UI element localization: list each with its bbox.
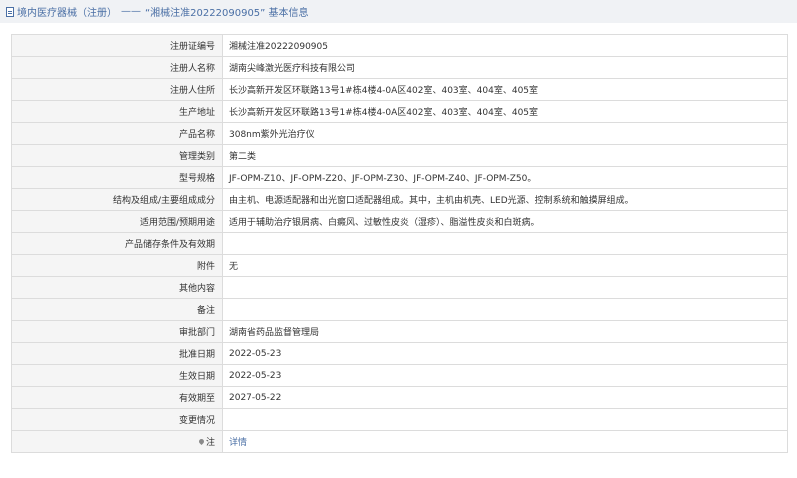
table-row: 有效期至 2027-05-22 (11, 386, 788, 409)
row-label: 结构及组成/主要组成成分 (11, 188, 223, 211)
table-row: 适用范围/预期用途 适用于辅助治疗银屑病、白癜风、过敏性皮炎（湿疹）、脂溢性皮炎和… (11, 210, 788, 233)
row-label: 批准日期 (11, 342, 223, 365)
row-value (222, 408, 788, 431)
table-row: 其他内容 (11, 276, 788, 299)
info-table: 注册证编号 湘械注准20222090905 注册人名称 湖南尖峰激光医疗科技有限公司… (11, 34, 788, 453)
page-title: “湘械注准20222090905” 基本信息 (145, 8, 309, 19)
row-label: 产品储存条件及有效期 (11, 232, 223, 255)
table-row: 生效日期 2022-05-23 (11, 364, 788, 387)
row-value: JF-OPM-Z10、JF-OPM-Z20、JF-OPM-Z30、JF-OPM-… (222, 166, 788, 189)
row-value: 湖南尖峰激光医疗科技有限公司 (222, 56, 788, 79)
row-value: 湘械注准20222090905 (222, 34, 788, 57)
table-row: 产品储存条件及有效期 (11, 232, 788, 255)
note-row: 注 详情 (11, 430, 788, 453)
row-label: 其他内容 (11, 276, 223, 299)
table-row: 审批部门 湖南省药品监督管理局 (11, 320, 788, 343)
row-label: 审批部门 (11, 320, 223, 343)
row-label: 注册证编号 (11, 34, 223, 57)
document-icon (6, 6, 14, 17)
table-row: 管理类别 第二类 (11, 144, 788, 167)
header-separator: —— (121, 6, 141, 17)
row-label: 管理类别 (11, 144, 223, 167)
location-pin-icon (197, 437, 206, 446)
row-value: 长沙高新开发区环联路13号1#栋4楼4-0A区402室、403室、404室、40… (222, 78, 788, 101)
table-row: 型号规格 JF-OPM-Z10、JF-OPM-Z20、JF-OPM-Z30、JF-… (11, 166, 788, 189)
details-link[interactable]: 详情 (229, 438, 247, 448)
row-value: 308nm紫外光治疗仪 (222, 122, 788, 145)
row-label: 产品名称 (11, 122, 223, 145)
table-row: 变更情况 (11, 408, 788, 431)
row-label: 注册人名称 (11, 56, 223, 79)
row-value: 第二类 (222, 144, 788, 167)
table-row: 注册人名称 湖南尖峰激光医疗科技有限公司 (11, 56, 788, 79)
row-value: 由主机、电源适配器和出光窗口适配器组成。其中，主机由机壳、LED光源、控制系统和… (222, 188, 788, 211)
note-label: 注 (205, 438, 215, 448)
table-row: 批准日期 2022-05-23 (11, 342, 788, 365)
row-value (222, 298, 788, 321)
note-value-cell: 详情 (222, 430, 788, 453)
row-label: 型号规格 (11, 166, 223, 189)
row-value (222, 276, 788, 299)
row-label: 备注 (11, 298, 223, 321)
row-value: 2022-05-23 (222, 342, 788, 365)
table-row: 附件无 (11, 254, 788, 277)
table-row: 结构及组成/主要组成成分 由主机、电源适配器和出光窗口适配器组成。其中，主机由机壳… (11, 188, 788, 211)
table-row: 生产地址 长沙高新开发区环联路13号1#栋4楼4-0A区402室、403室、404… (11, 100, 788, 123)
row-label: 有效期至 (11, 386, 223, 409)
row-label: 变更情况 (11, 408, 223, 431)
row-value: 湖南省药品监督管理局 (222, 320, 788, 343)
row-value: 适用于辅助治疗银屑病、白癜风、过敏性皮炎（湿疹）、脂溢性皮炎和白斑病。 (222, 210, 788, 233)
row-label: 注册人住所 (11, 78, 223, 101)
page-header: 境内医疗器械（注册） —— “湘械注准20222090905” 基本信息 (0, 0, 797, 23)
row-value: 2022-05-23 (222, 364, 788, 387)
table-row: 备注 (11, 298, 788, 321)
table-row: 注册人住所 长沙高新开发区环联路13号1#栋4楼4-0A区402室、403室、40… (11, 78, 788, 101)
row-label: 生效日期 (11, 364, 223, 387)
row-value: 无 (222, 254, 788, 277)
category-link[interactable]: 境内医疗器械（注册） (17, 4, 117, 19)
row-value (222, 232, 788, 255)
table-row: 注册证编号 湘械注准20222090905 (11, 34, 788, 57)
row-label: 生产地址 (11, 100, 223, 123)
row-label: 附件 (11, 254, 223, 277)
note-label-cell: 注 (11, 430, 223, 453)
table-row: 产品名称 308nm紫外光治疗仪 (11, 122, 788, 145)
row-value: 长沙高新开发区环联路13号1#栋4楼4-0A区402室、403室、404室、40… (222, 100, 788, 123)
row-label: 适用范围/预期用途 (11, 210, 223, 233)
row-value: 2027-05-22 (222, 386, 788, 409)
